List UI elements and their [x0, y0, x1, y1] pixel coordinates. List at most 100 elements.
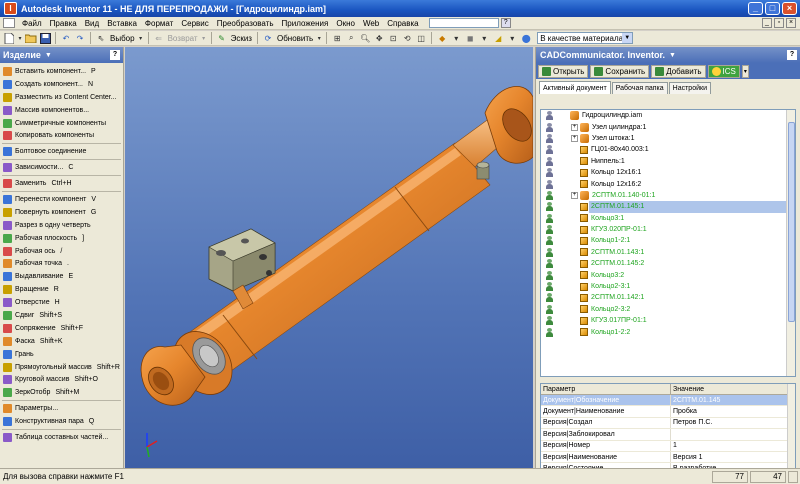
select-button[interactable]: Выбор: [110, 34, 135, 43]
select-arrow-icon[interactable]: ⇖: [95, 32, 107, 44]
expand-icon[interactable]: +: [571, 134, 578, 142]
value-column-header[interactable]: Значение: [671, 384, 789, 394]
tree-scrollbar[interactable]: [786, 110, 795, 376]
assembly-command-1[interactable]: Создать компонент... N: [0, 78, 123, 91]
param-column-header[interactable]: Параметр: [541, 384, 671, 394]
close-button[interactable]: ×: [782, 2, 797, 15]
assembly-command-4[interactable]: Симметричные компоненты: [0, 117, 123, 130]
tree-row[interactable]: КГУЗ.017ПР-01:1: [541, 315, 795, 326]
assembly-command-7[interactable]: Болтовое соединение: [0, 145, 123, 158]
menu-item-2[interactable]: Вид: [81, 19, 103, 28]
menu-item-6[interactable]: Преобразовать: [213, 19, 278, 28]
property-row[interactable]: Документ|Наименование Пробка: [541, 406, 795, 418]
tree-row[interactable]: ГЦ01-80х40.003:1: [541, 144, 795, 155]
assembly-command-30[interactable]: Параметры...: [0, 402, 123, 415]
inventor-app-icon[interactable]: I: [4, 2, 17, 15]
iso-view-icon[interactable]: ◆: [436, 32, 448, 44]
help-search-button[interactable]: ?: [500, 18, 511, 28]
property-value[interactable]: Пробка: [671, 406, 789, 417]
assembly-command-11[interactable]: Заменить Ctrl+H: [0, 177, 123, 190]
menu-item-1[interactable]: Правка: [46, 19, 81, 28]
minimize-button[interactable]: _: [748, 2, 763, 15]
tree-row[interactable]: 2СПТМ.01.145:2: [541, 258, 795, 269]
zoom-selected-icon[interactable]: ⊡: [387, 32, 399, 44]
more-dropdown-button[interactable]: ▾: [741, 64, 749, 78]
display-mode-icon[interactable]: ▾: [450, 32, 462, 44]
property-row[interactable]: Документ|Обозначение 2СПТМ.01.145: [541, 395, 795, 407]
look-at-icon[interactable]: ◫: [415, 32, 427, 44]
save-icon[interactable]: [39, 32, 51, 44]
assembly-command-19[interactable]: Выдавливание E: [0, 270, 123, 283]
tree-row[interactable]: Кольцо3:1: [541, 213, 795, 224]
doc-minimize-button[interactable]: _: [762, 18, 772, 28]
tree-row[interactable]: +2СПТМ.01.140-01:1: [541, 190, 795, 201]
zoom-window-icon[interactable]: ⌕: [345, 32, 357, 44]
menu-item-3[interactable]: Вставка: [103, 19, 141, 28]
doc-restore-button[interactable]: ▫: [774, 18, 784, 28]
assembly-command-0[interactable]: Вставить компонент... P: [0, 65, 123, 78]
tree-row[interactable]: + Узел цилиндра:1: [541, 121, 795, 132]
document-tree[interactable]: Гидроцилиндр.iam + Узел цилиндра:1 + Узел шт…: [540, 109, 796, 377]
assembly-command-18[interactable]: Рабочая точка.: [0, 257, 123, 270]
property-row[interactable]: Версия|Наименование Версия 1: [541, 451, 795, 464]
assembly-command-15[interactable]: Разрез в одну четверть: [0, 219, 123, 232]
new-file-icon[interactable]: [3, 32, 15, 44]
open-button[interactable]: Открыть: [538, 64, 589, 78]
color-icon[interactable]: ⬤: [520, 32, 532, 44]
property-value[interactable]: 2СПТМ.01.145: [671, 395, 789, 406]
tree-row[interactable]: Кольцо1-2:2: [541, 326, 795, 337]
tab-0[interactable]: Активный документ: [539, 81, 611, 94]
assembly-command-27[interactable]: Круговой массив Shift+O: [0, 373, 123, 386]
property-row[interactable]: Версия|Заблокировал: [541, 429, 795, 441]
tab-1[interactable]: Рабочая папка: [611, 82, 668, 94]
tab-2[interactable]: Настройки: [668, 82, 711, 94]
tree-row[interactable]: 2СПТМ.01.143:1: [541, 247, 795, 258]
panel-dropdown-icon[interactable]: ▼: [45, 52, 52, 59]
redo-icon[interactable]: ↷: [74, 32, 86, 44]
help-search-input[interactable]: [428, 18, 499, 28]
dropdown-arrow-icon[interactable]: ▾: [17, 32, 23, 44]
assembly-command-3[interactable]: Массив компонентов...: [0, 104, 123, 117]
doc-close-button[interactable]: ×: [786, 18, 796, 28]
tree-row[interactable]: Гидроцилиндр.iam: [541, 110, 795, 121]
pan-icon[interactable]: ✥: [373, 32, 385, 44]
menu-item-0[interactable]: Файл: [18, 19, 46, 28]
tree-row[interactable]: Кольцо1-2:1: [541, 235, 795, 246]
assembly-command-33[interactable]: Таблица составных частей...: [0, 431, 123, 444]
menu-item-9[interactable]: Web: [359, 19, 383, 28]
zoom-all-icon[interactable]: ⊞: [331, 32, 343, 44]
assembly-command-17[interactable]: Рабочая ось /: [0, 245, 123, 258]
cad-communicator-header[interactable]: CADCommunicator. Inventor. ▼ ?: [536, 47, 800, 63]
resize-grip[interactable]: [788, 470, 798, 483]
assembly-command-20[interactable]: Вращение R: [0, 283, 123, 296]
sketch-icon[interactable]: ✎: [216, 32, 228, 44]
shadow-icon[interactable]: ◼: [464, 32, 476, 44]
update-dropdown-icon[interactable]: ▾: [316, 32, 322, 44]
property-value[interactable]: [671, 429, 789, 440]
update-button[interactable]: Обновить: [277, 34, 313, 43]
assembly-command-24[interactable]: Фаска Shift+K: [0, 335, 123, 348]
assembly-command-22[interactable]: Сдвиг Shift+S: [0, 309, 123, 322]
assembly-command-21[interactable]: Отверстие H: [0, 296, 123, 309]
select-dropdown-icon[interactable]: ▾: [138, 32, 144, 44]
open-folder-icon[interactable]: [25, 32, 37, 44]
sketch-button[interactable]: Эскиз: [231, 34, 252, 43]
expand-icon[interactable]: +: [571, 191, 578, 199]
assembly-command-13[interactable]: Перенести компонент V: [0, 193, 123, 206]
document-icon[interactable]: [3, 18, 15, 28]
property-row[interactable]: Версия|Создал Петров П.С.: [541, 417, 795, 430]
menu-item-4[interactable]: Формат: [141, 19, 177, 28]
assembly-command-14[interactable]: Повернуть компонент G: [0, 206, 123, 219]
property-row[interactable]: Версия|Номер 1: [541, 440, 795, 452]
tree-row[interactable]: КГУЗ.020ПР-01:1: [541, 224, 795, 235]
tree-row[interactable]: Ниппель:1: [541, 156, 795, 167]
assembly-command-9[interactable]: Зависимости... C: [0, 161, 123, 174]
orbit-icon[interactable]: ⟲: [401, 32, 413, 44]
update-icon[interactable]: ⟳: [262, 32, 274, 44]
hydraulic-cylinder-model[interactable]: [125, 47, 533, 468]
assembly-command-23[interactable]: Сопряжение Shift+F: [0, 322, 123, 335]
property-value[interactable]: 1: [671, 440, 789, 451]
tree-row[interactable]: Кольцо 12х16:2: [541, 178, 795, 189]
tree-row[interactable]: 2СПТМ.01.142:1: [541, 292, 795, 303]
assembly-command-5[interactable]: Копировать компоненты: [0, 129, 123, 142]
